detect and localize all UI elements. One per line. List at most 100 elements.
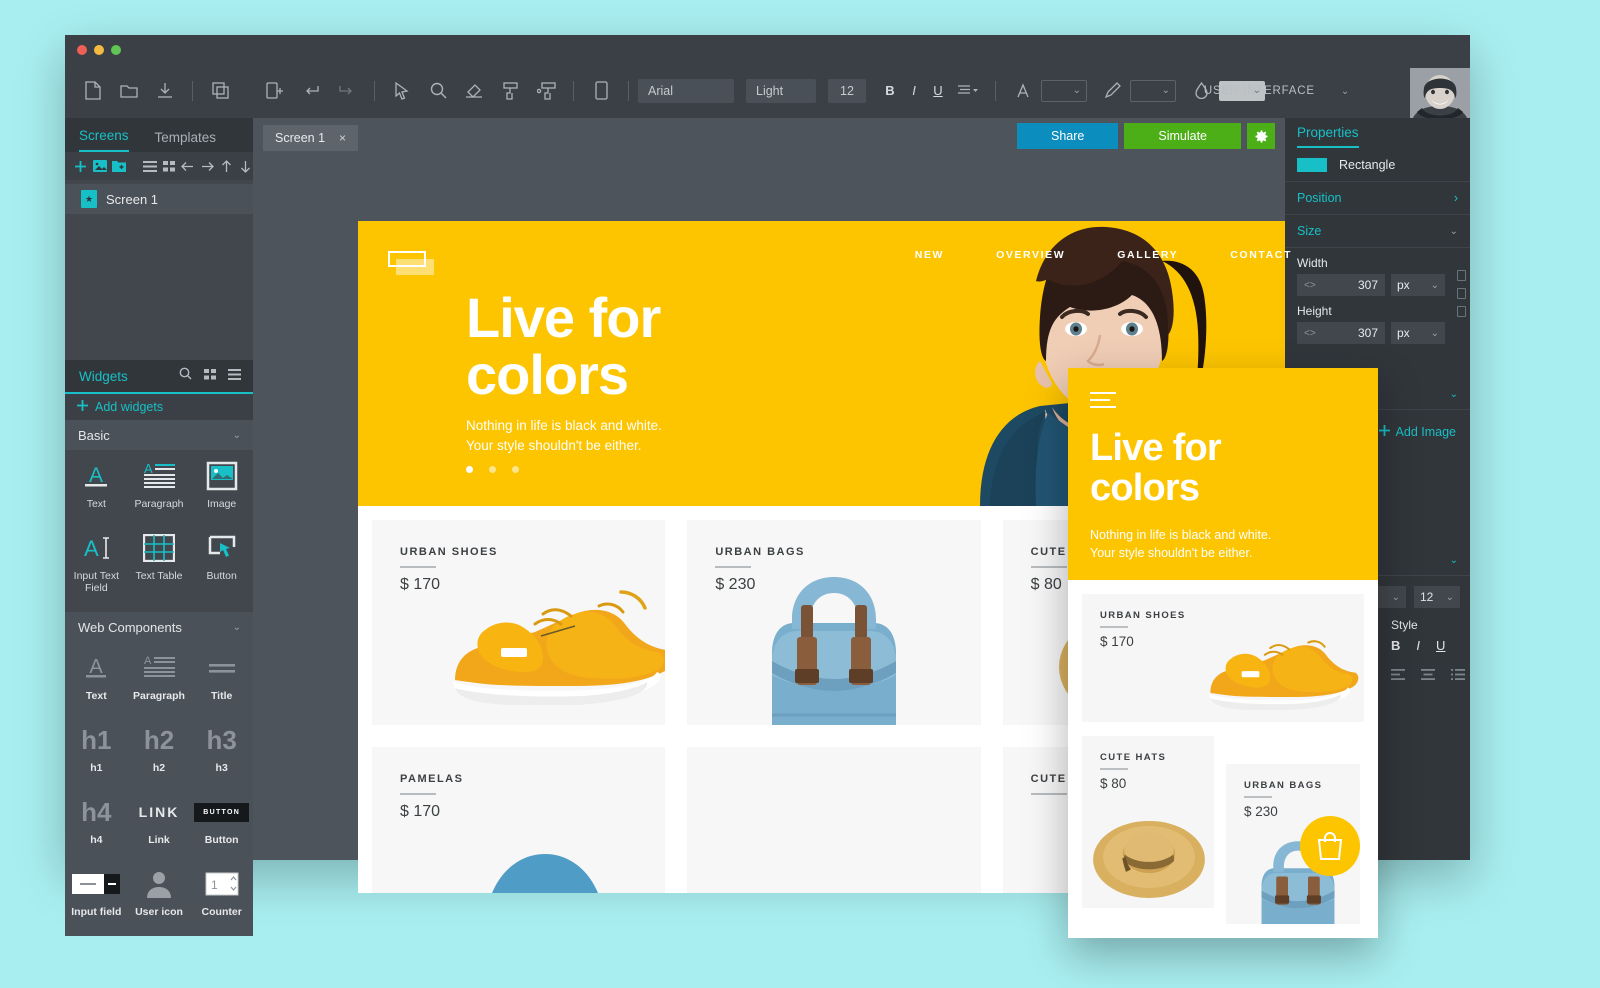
tab-screens[interactable]: Screens bbox=[79, 128, 129, 152]
search-icon[interactable] bbox=[179, 367, 192, 385]
component-user-icon[interactable]: User icon bbox=[128, 858, 191, 930]
properties-tab[interactable]: Properties bbox=[1285, 118, 1470, 148]
add-folder-icon[interactable] bbox=[111, 156, 126, 176]
close-icon[interactable]: × bbox=[339, 131, 346, 145]
nav-item-new[interactable]: NEW bbox=[915, 249, 944, 261]
duplicate-icon[interactable] bbox=[205, 76, 235, 106]
widget-group-basic[interactable]: Basic ⌄ bbox=[65, 420, 253, 450]
shopping-bag-icon[interactable] bbox=[1300, 816, 1360, 876]
align-left-icon[interactable] bbox=[1391, 667, 1405, 685]
list-item[interactable]: Screen 1 bbox=[65, 184, 253, 214]
text-size-select[interactable]: 12 ⌄ bbox=[1414, 586, 1460, 608]
align-list-icon[interactable] bbox=[1451, 667, 1465, 685]
nav-item-overview[interactable]: OVERVIEW bbox=[996, 249, 1065, 261]
slider-dot-2[interactable] bbox=[489, 466, 496, 473]
link-icon[interactable] bbox=[1457, 288, 1466, 299]
tab-screen-1[interactable]: Screen 1 × bbox=[263, 125, 359, 151]
product-card[interactable] bbox=[687, 747, 981, 893]
add-screen-icon[interactable] bbox=[73, 156, 88, 176]
component-paragraph[interactable]: A Paragraph bbox=[128, 642, 191, 714]
align-dropdown-icon[interactable] bbox=[953, 76, 983, 106]
slider-dot-1[interactable] bbox=[466, 466, 473, 473]
component-button[interactable]: BUTTON Button bbox=[190, 786, 253, 858]
widget-text[interactable]: A Text bbox=[65, 450, 128, 522]
list-item[interactable]: URBAN SHOES $ 170 bbox=[1082, 594, 1364, 722]
slider-dot-3[interactable] bbox=[512, 466, 519, 473]
pointer-icon[interactable] bbox=[387, 76, 417, 106]
product-card[interactable]: PAMELAS $ 170 bbox=[372, 747, 666, 893]
simulate-button[interactable]: Simulate bbox=[1124, 123, 1241, 149]
tab-templates[interactable]: Templates bbox=[155, 130, 217, 152]
zoom-window-button[interactable] bbox=[111, 45, 121, 55]
nav-item-contact[interactable]: CONTACT bbox=[1230, 249, 1292, 261]
component-counter[interactable]: 1 Counter bbox=[190, 858, 253, 930]
redo-icon[interactable] bbox=[332, 76, 362, 106]
product-card[interactable]: URBAN SHOES $ 170 bbox=[372, 520, 666, 725]
move-right-icon[interactable] bbox=[200, 156, 215, 176]
object-color-swatch[interactable] bbox=[1297, 157, 1327, 172]
section-position[interactable]: Position › bbox=[1285, 182, 1470, 215]
mobile-preview[interactable]: Live for colors Nothing in life is black… bbox=[1068, 368, 1378, 938]
font-size-select[interactable]: 12 bbox=[828, 78, 866, 103]
open-folder-icon[interactable] bbox=[114, 76, 144, 106]
move-up-icon[interactable] bbox=[219, 156, 234, 176]
gear-icon[interactable] bbox=[1247, 123, 1275, 149]
list-view-icon[interactable] bbox=[228, 367, 241, 385]
grid-view-icon[interactable] bbox=[161, 156, 176, 176]
eraser-icon[interactable] bbox=[459, 76, 489, 106]
product-card[interactable]: URBAN BAGS $ 230 bbox=[687, 520, 981, 725]
user-interface-dropdown[interactable]: USER INTERFACE ⌄ bbox=[1204, 85, 1350, 97]
device-preview-icon[interactable] bbox=[586, 76, 616, 106]
align-center-icon[interactable] bbox=[1421, 667, 1435, 685]
move-down-icon[interactable] bbox=[238, 156, 253, 176]
component-link[interactable]: LINK Link bbox=[128, 786, 191, 858]
underline-button[interactable]: U bbox=[1436, 638, 1445, 653]
list-item[interactable]: CUTE HATS $ 80 bbox=[1082, 736, 1214, 908]
text-color-icon[interactable] bbox=[1008, 76, 1038, 106]
widget-group-web-components[interactable]: Web Components ⌄ bbox=[65, 612, 253, 642]
width-input[interactable]: <> 307 bbox=[1297, 274, 1385, 296]
component-h4[interactable]: h4 h4 bbox=[65, 786, 128, 858]
add-widgets-button[interactable]: Add widgets bbox=[65, 394, 253, 420]
widget-button[interactable]: Button bbox=[190, 522, 253, 606]
undo-icon[interactable] bbox=[296, 76, 326, 106]
stroke-color-select[interactable]: ⌄ bbox=[1130, 79, 1176, 102]
grid-view-icon[interactable] bbox=[204, 367, 216, 385]
font-weight-select[interactable]: Light bbox=[746, 78, 816, 103]
widget-text-table[interactable]: Text Table bbox=[128, 522, 191, 606]
pen-icon[interactable] bbox=[1097, 76, 1127, 106]
widget-paragraph[interactable]: A Paragraph bbox=[128, 450, 191, 522]
underline-button[interactable]: U bbox=[926, 83, 950, 98]
height-unit-select[interactable]: px ⌄ bbox=[1391, 322, 1445, 344]
bold-button[interactable]: B bbox=[1391, 638, 1400, 653]
widget-image[interactable]: Image bbox=[190, 450, 253, 522]
width-unit-select[interactable]: px ⌄ bbox=[1391, 274, 1445, 296]
italic-button[interactable]: I bbox=[902, 83, 926, 98]
minimize-window-button[interactable] bbox=[94, 45, 104, 55]
zoom-icon[interactable] bbox=[423, 76, 453, 106]
widget-input-text-field[interactable]: A Input Text Field bbox=[65, 522, 128, 606]
component-h1[interactable]: h1 h1 bbox=[65, 714, 128, 786]
section-size[interactable]: Size ⌄ bbox=[1285, 215, 1470, 248]
bold-button[interactable]: B bbox=[878, 83, 902, 98]
paint-format-icon[interactable] bbox=[495, 76, 525, 106]
component-input-field[interactable]: Input field bbox=[65, 858, 128, 930]
move-left-icon[interactable] bbox=[180, 156, 195, 176]
slider-dots[interactable] bbox=[466, 466, 519, 473]
list-view-icon[interactable] bbox=[142, 156, 157, 176]
lock-icon[interactable] bbox=[1457, 306, 1466, 317]
size-lock-group[interactable] bbox=[1457, 270, 1466, 317]
font-family-select[interactable]: Arial bbox=[638, 78, 734, 103]
hamburger-menu-icon[interactable] bbox=[1090, 392, 1116, 413]
close-window-button[interactable] bbox=[77, 45, 87, 55]
component-h2[interactable]: h2 h2 bbox=[128, 714, 191, 786]
lock-icon[interactable] bbox=[1457, 270, 1466, 281]
component-h3[interactable]: h3 h3 bbox=[190, 714, 253, 786]
nav-item-gallery[interactable]: GALLERY bbox=[1117, 249, 1178, 261]
add-image-screen-icon[interactable] bbox=[92, 156, 107, 176]
add-page-icon[interactable] bbox=[260, 76, 290, 106]
share-button[interactable]: Share bbox=[1017, 123, 1119, 149]
text-color-select[interactable]: ⌄ bbox=[1041, 79, 1087, 102]
component-text[interactable]: A Text bbox=[65, 642, 128, 714]
paint-format-settings-icon[interactable] bbox=[531, 76, 561, 106]
